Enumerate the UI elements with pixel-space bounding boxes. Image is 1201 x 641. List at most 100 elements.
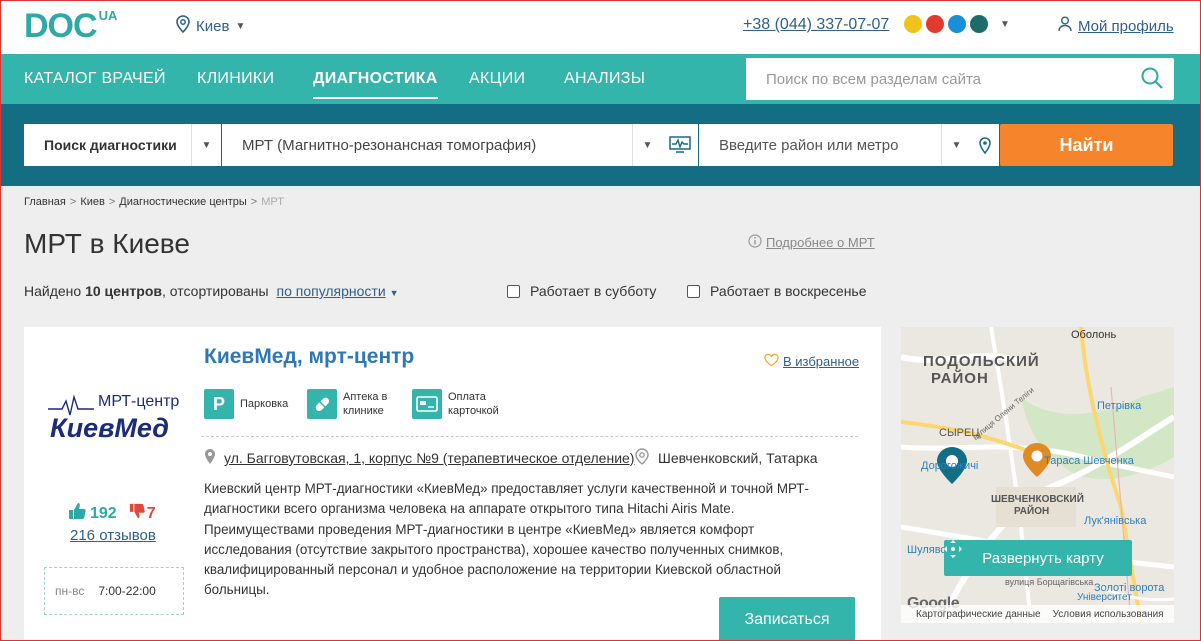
breadcrumb-centers[interactable]: Диагностические центры [119,196,247,208]
reviews-link[interactable]: 216 отзывов [70,527,156,544]
operator-selector[interactable]: ▼ [904,15,1010,33]
more-info-label: Подробнее о МРТ [766,235,875,250]
nav-item-promotions[interactable]: АКЦИИ [469,54,525,104]
map-terms-link[interactable]: Условия использования [1053,609,1164,620]
location-pin-icon [176,15,190,37]
main-nav: КАТАЛОГ ВРАЧЕЙ КЛИНИКИ ДИАГНОСТИКА АКЦИИ… [0,54,1201,104]
search-type-select[interactable]: Поиск диагностики ▼ [24,124,221,166]
breadcrumb-home[interactable]: Главная [24,196,66,208]
clinic-map[interactable]: Оболонь ПОДОЛЬСКИЙ РАЙОН Петрівка СЫРЕЦ … [901,327,1174,623]
sunday-label: Работает в воскресенье [710,283,867,299]
clinic-logo-line2: КиевМед [50,413,169,443]
find-button[interactable]: Найти [1000,124,1173,166]
heart-icon [764,353,779,370]
chevron-down-icon: ▼ [632,124,662,166]
top-bar: DOC UA Киев ▼ +38 (044) 337-07-07 ▼ Мой … [0,0,1201,54]
map-data-link[interactable]: Картографические данные [916,609,1041,620]
found-prefix: Найдено [24,283,86,299]
feature-card-payment: Оплата карточкой [412,389,512,419]
page-title: МРТ в Киеве [24,228,190,259]
sunday-checkbox[interactable] [687,284,700,298]
clinic-votes: 192 7 [68,502,156,525]
location-select[interactable]: Введите район или метро ▼ [699,124,999,166]
book-button[interactable]: Записаться [719,597,855,641]
divider [201,436,858,437]
clinic-logo[interactable]: МРТ-центр КиевМед [48,387,188,447]
phone-link[interactable]: +38 (044) 337-07-07 [743,16,889,34]
city-selector[interactable]: Киев ▼ [176,15,245,37]
expand-map-button[interactable]: Развернуть карту [944,540,1132,576]
map-label-dorohozhychi: Дорогожичі [921,460,979,472]
map-label-shevchenkivskyi-2: РАЙОН [1014,506,1050,517]
service-select[interactable]: МРТ (Магнитно-резонансная томография) ▼ [222,124,698,166]
site-search [746,58,1174,100]
city-label: Киев [196,17,230,35]
dislikes[interactable]: 7 [129,503,156,524]
district-icon [634,448,650,468]
feature-card-label: Оплата карточкой [448,391,499,417]
dislikes-count: 7 [146,504,156,522]
likes-count: 192 [90,504,117,522]
breadcrumb-current: МРТ [261,196,284,208]
saturday-checkbox[interactable] [507,284,520,298]
nav-item-diagnostics[interactable]: ДИАГНОСТИКА [313,54,438,104]
service-value: МРТ (Магнитно-резонансная томография) [242,136,537,154]
nav-item-tests[interactable]: АНАЛИЗЫ [564,54,645,104]
thumbs-down-icon [129,503,145,524]
sort-select[interactable]: по популярности [276,283,385,299]
clinic-district-label: Шевченковский, Татарка [658,450,818,466]
card-icon [412,389,442,419]
profile-link[interactable]: Мой профиль [1058,16,1174,36]
breadcrumb-city[interactable]: Киев [80,196,105,208]
breadcrumb: Главная > Киев > Диагностические центры > МРТ [24,196,284,208]
clinic-name[interactable]: КиевМед, мрт-центр [204,345,414,369]
logo-suffix: UA [98,8,118,23]
chevron-down-icon: ▼ [389,288,399,298]
clinic-description: Киевский центр МРТ-диагностики «КиевМед»… [204,481,809,598]
clinic-address-label: ул. Багговутовская, 1, корпус №9 (терапе… [224,450,635,466]
phone-icon [970,15,988,33]
logo-text: DOC [24,7,98,45]
likes[interactable]: 192 [68,502,117,525]
thumbs-up-icon [68,502,86,525]
map-label-shevchenkivskyi-1: ШЕВЧЕНКОВСКИЙ [991,494,1084,505]
vodafone-icon [926,15,944,33]
sunday-filter[interactable]: Работает в воскресенье [687,283,867,299]
saturday-filter[interactable]: Работает в субботу [507,283,656,299]
hours-time: 7:00-22:00 [98,584,156,598]
monitor-icon [662,124,698,166]
map-footer: Картографические данные Условия использо… [901,605,1174,623]
site-search-input[interactable] [746,58,1126,100]
chevron-down-icon: ▼ [941,124,971,166]
doc-ua-logo[interactable]: DOC UA [24,6,117,46]
found-suffix: , отсортированы [161,283,269,299]
nav-item-doctors[interactable]: КАТАЛОГ ВРАЧЕЙ [24,54,166,104]
chevron-down-icon: ▼ [191,124,221,166]
saturday-label: Работает в субботу [530,283,657,299]
kyivstar-icon [904,15,922,33]
clinic-logo-line1: МРТ-центр [98,393,180,410]
nav-item-clinics[interactable]: КЛИНИКИ [197,54,274,104]
more-info-link[interactable]: Подробнее о МРТ [748,234,875,251]
favorite-button[interactable]: В избранное [764,353,859,370]
parking-icon: P [204,389,234,419]
map-label-tarasa: Тараса Шевченка [1044,455,1134,467]
map-label-podilskyi-1: ПОДОЛЬСКИЙ [923,353,1040,370]
lifecell-icon [948,15,966,33]
map-label-university: Університет [1077,592,1132,603]
search-type-value: Поиск диагностики [44,137,177,153]
clinic-card-left: МРТ-центр КиевМед 192 7 216 отзывов пн-в… [24,327,204,641]
clinic-district: Шевченковский, Татарка [634,448,818,468]
profile-label: Мой профиль [1078,17,1174,35]
feature-parking-label: Парковка [240,398,289,410]
clinic-address[interactable]: ул. Багговутовская, 1, корпус №9 (терапе… [204,448,634,468]
feature-pharmacy-label: Аптека в клинике [343,391,388,417]
search-icon[interactable] [1140,66,1164,95]
clinic-card: МРТ-центр КиевМед 192 7 216 отзывов пн-в… [24,327,881,641]
chevron-down-icon: ▼ [1000,18,1010,30]
working-hours: пн-вс 7:00-22:00 [44,567,184,615]
location-placeholder: Введите район или метро [719,136,899,154]
info-icon [748,234,762,251]
feature-parking: P Парковка [204,389,288,419]
user-icon [1058,16,1072,36]
